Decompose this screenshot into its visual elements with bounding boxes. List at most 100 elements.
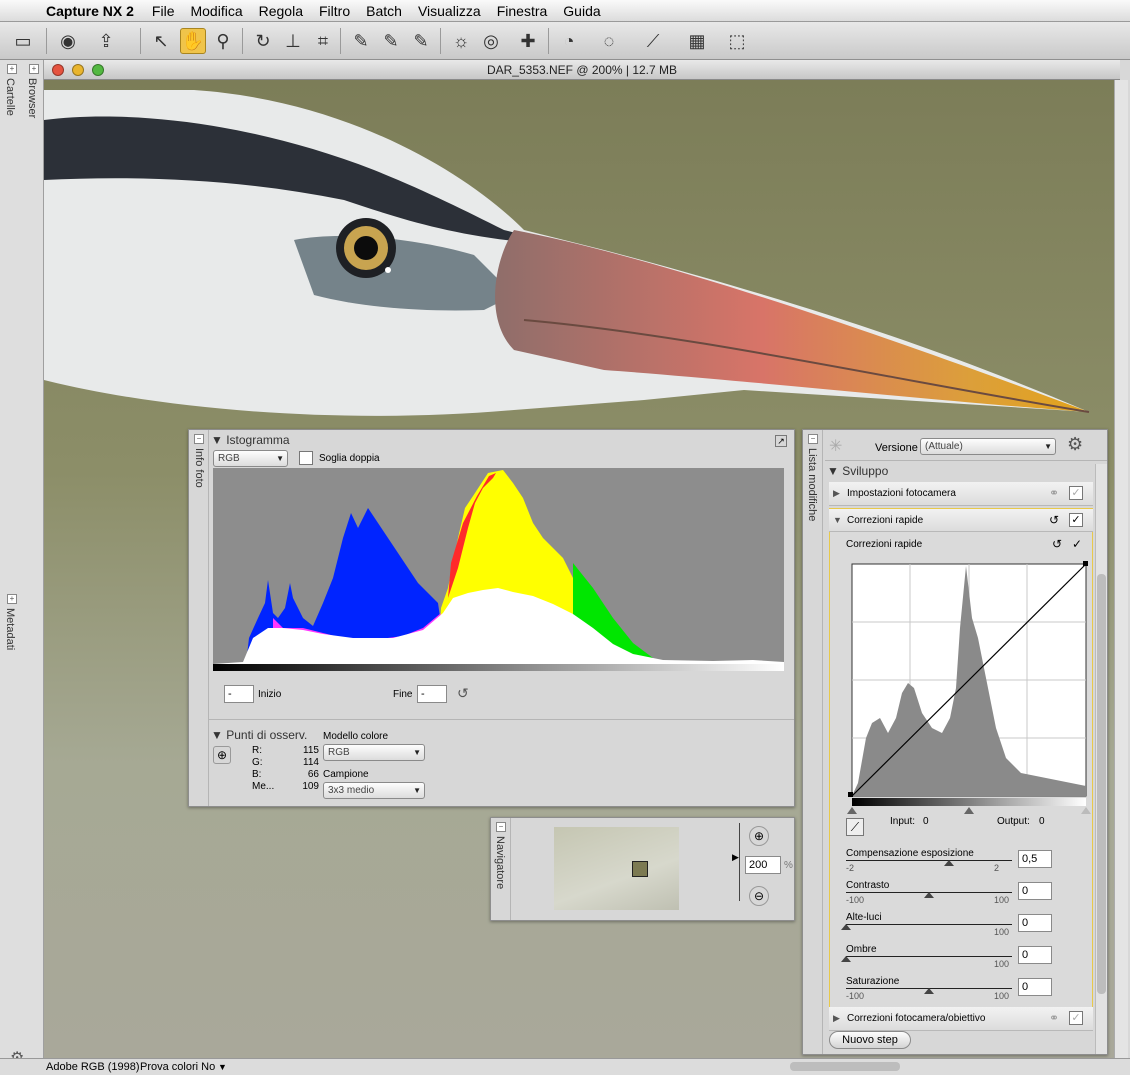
close-button[interactable] [52,64,64,76]
navigator-tab[interactable]: Navigatore [494,836,506,889]
new-step-button[interactable]: Nuovo step [829,1031,911,1049]
crop-icon[interactable]: ⌗ [310,28,336,54]
white-point-icon[interactable]: ✎ [408,28,434,54]
zoom-input[interactable]: 200 [745,856,781,874]
workspace-icon[interactable]: ▭ [10,28,36,54]
reset-icon[interactable]: ↺ [1052,537,1062,551]
watch-points-title[interactable]: ▼ Punti di osserv. [211,728,307,742]
slider-track[interactable] [846,956,1012,957]
cartelle-tab[interactable]: Cartelle [4,78,16,116]
gradient-icon[interactable]: ▦ [684,28,710,54]
soft-proof[interactable]: Prova colori No [140,1059,215,1075]
vertical-scrollbar[interactable] [1114,80,1128,1058]
bandage-icon[interactable]: ✚ [515,28,541,54]
link-icon[interactable]: ⚭ [1049,1011,1059,1025]
check-icon[interactable]: ✓ [1072,537,1082,551]
zoom-tool-icon[interactable]: ⚲ [210,28,236,54]
browser-tab[interactable]: Browser [26,78,38,118]
link-icon[interactable]: ⚭ [1049,486,1059,500]
menu-filtro[interactable]: Filtro [311,3,358,19]
slider-thumb[interactable] [841,956,851,962]
straighten-icon[interactable]: ⊥ [280,28,306,54]
navigator-collapse-button[interactable]: − [496,822,506,832]
info-foto-tab[interactable]: Info foto [193,448,205,488]
crosshair-icon[interactable]: ⊕ [213,746,231,764]
cartelle-toggle[interactable]: + [7,64,17,74]
end-input[interactable]: - [417,685,447,703]
menu-modifica[interactable]: Modifica [182,3,250,19]
dual-threshold-checkbox[interactable] [299,451,313,465]
navigator-thumbnail[interactable] [554,827,679,910]
slider-value-input[interactable]: 0 [1018,978,1052,996]
marquee-icon[interactable]: ⬚ [724,28,750,54]
expand-icon[interactable]: ▶ [833,1013,840,1024]
zoom-in-icon[interactable]: ⊕ [749,826,769,846]
edit-list-scroll-thumb[interactable] [1097,574,1106,994]
menu-batch[interactable]: Batch [358,3,410,19]
menu-file[interactable]: File [144,3,183,19]
menu-visualizza[interactable]: Visualizza [410,3,489,19]
slider-max: 2 [994,863,1000,873]
version-select[interactable]: (Attuale) [920,438,1056,455]
quick-fix-checkbox[interactable]: ✓ [1069,513,1083,527]
reset-icon[interactable]: ↺ [457,685,475,703]
curve-tool-icon[interactable]: ⟋ [846,818,864,836]
curves-chart[interactable] [846,558,1092,814]
menu-finestra[interactable]: Finestra [489,3,556,19]
gear-icon[interactable]: ⚙ [1067,434,1083,455]
horizontal-scroll-thumb[interactable] [790,1062,900,1071]
collapse-icon[interactable]: ▼ [833,515,842,525]
camera-settings-checkbox[interactable]: ✓ [1069,486,1083,500]
lens-corrections-checkbox[interactable]: ✓ [1069,1011,1083,1025]
slider-value-input[interactable]: 0 [1018,946,1052,964]
slider-thumb[interactable] [943,860,954,866]
status-menu-icon[interactable]: ▼ [218,1059,227,1075]
quick-fix-row[interactable]: ▼ Correzioni rapide ↺ ✓ [829,508,1093,532]
zoom-button[interactable] [92,64,104,76]
metadati-tab[interactable]: Metadati [4,608,16,650]
info-collapse-button[interactable]: − [194,434,204,444]
reset-icon[interactable]: ↺ [1049,513,1059,527]
red-eye-icon[interactable]: ☼ [448,28,474,54]
rotate-icon[interactable]: ↻ [250,28,276,54]
menu-app[interactable]: Capture NX 2 [40,3,144,19]
color-model-select[interactable]: RGB [323,744,425,761]
lens-corrections-row[interactable]: ▶ Correzioni fotocamera/obiettivo ⚭ ✓ [829,1007,1093,1031]
channel-select[interactable]: RGB [213,450,288,467]
slider-thumb[interactable] [841,924,851,930]
slider-thumb[interactable] [924,892,934,898]
browser-toggle[interactable]: + [29,64,39,74]
slider-value-input[interactable]: 0 [1018,882,1052,900]
menu-regola[interactable]: Regola [251,3,311,19]
eye-icon[interactable]: ◎ [478,28,504,54]
edit-list-scrollbar[interactable] [1095,464,1107,1054]
camera-settings-row[interactable]: ▶ Impostazioni fotocamera ⚭ ✓ [829,482,1093,506]
navigator-viewport[interactable] [632,861,648,877]
menu-guida[interactable]: Guida [555,3,608,19]
neutral-point-icon[interactable]: ✎ [378,28,404,54]
minimize-button[interactable] [72,64,84,76]
output-icon[interactable]: ⇪ [93,28,119,54]
brush-icon[interactable]: ⟋ [640,28,666,54]
slider-track[interactable] [846,860,1012,861]
edit-list-collapse-button[interactable]: − [808,434,818,444]
histogram-title[interactable]: ▼ Istogramma [211,433,290,447]
black-point-icon[interactable]: ✎ [348,28,374,54]
edit-list-tab[interactable]: Lista modifiche [806,448,818,521]
arrow-tool-icon[interactable]: ↖ [148,28,174,54]
start-input[interactable]: - [224,685,254,703]
hand-tool-icon[interactable]: ✋ [180,28,206,54]
sample-select[interactable]: 3x3 medio [323,782,425,799]
popout-icon[interactable]: ↗ [775,435,787,447]
develop-group[interactable]: ▼ Sviluppo [827,464,888,478]
selection-control-point-icon[interactable]: ◌ [596,28,622,54]
expand-icon[interactable]: ▶ [833,488,840,499]
camera-icon[interactable]: ◉ [55,28,81,54]
zoom-out-icon[interactable]: ⊖ [749,886,769,906]
slider-track[interactable] [846,924,1012,925]
metadati-toggle[interactable]: + [7,594,17,604]
slider-value-input[interactable]: 0,5 [1018,850,1052,868]
slider-value-input[interactable]: 0 [1018,914,1052,932]
slider-thumb[interactable] [924,988,934,994]
control-point-icon[interactable]: ◔ [556,28,582,54]
